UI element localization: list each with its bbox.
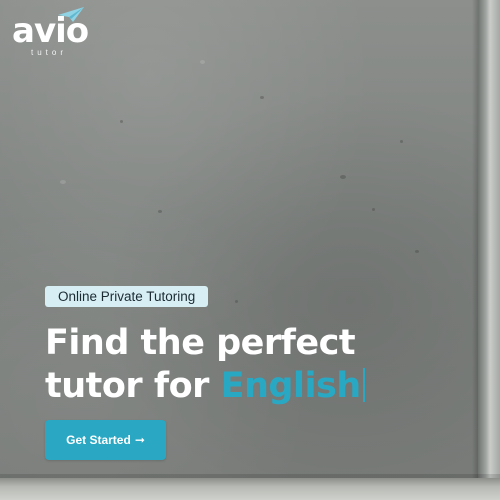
floor: [0, 478, 500, 500]
texture-speck: [60, 180, 66, 184]
texture-speck: [235, 300, 238, 303]
texture-speck: [340, 175, 346, 179]
hero-badge: Online Private Tutoring: [45, 286, 209, 307]
texture-speck: [260, 96, 264, 99]
hero-headline: Find the perfect tutor for English: [45, 322, 445, 408]
typing-caret: [362, 368, 365, 402]
hero-section: avio tutor Online Private Tutoring Find …: [0, 0, 500, 500]
headline-line-1: Find the perfect: [45, 323, 356, 363]
arrow-right-icon: ➞: [134, 433, 145, 447]
brand-tagline: tutor: [31, 48, 68, 57]
wall-corner: [478, 0, 500, 500]
get-started-label: Get Started: [66, 433, 131, 447]
texture-speck: [158, 210, 162, 213]
texture-speck: [400, 140, 403, 143]
get-started-button[interactable]: Get Started ➞: [45, 420, 166, 460]
texture-speck: [200, 60, 205, 64]
texture-speck: [372, 208, 375, 211]
brand-name: avio: [12, 11, 89, 51]
brand-logo[interactable]: avio tutor: [12, 6, 92, 57]
headline-highlight: English: [220, 366, 362, 406]
headline-line-2: tutor for English: [45, 365, 445, 408]
texture-speck: [415, 250, 419, 253]
headline-prefix: tutor for: [45, 366, 209, 406]
texture-speck: [120, 120, 123, 123]
